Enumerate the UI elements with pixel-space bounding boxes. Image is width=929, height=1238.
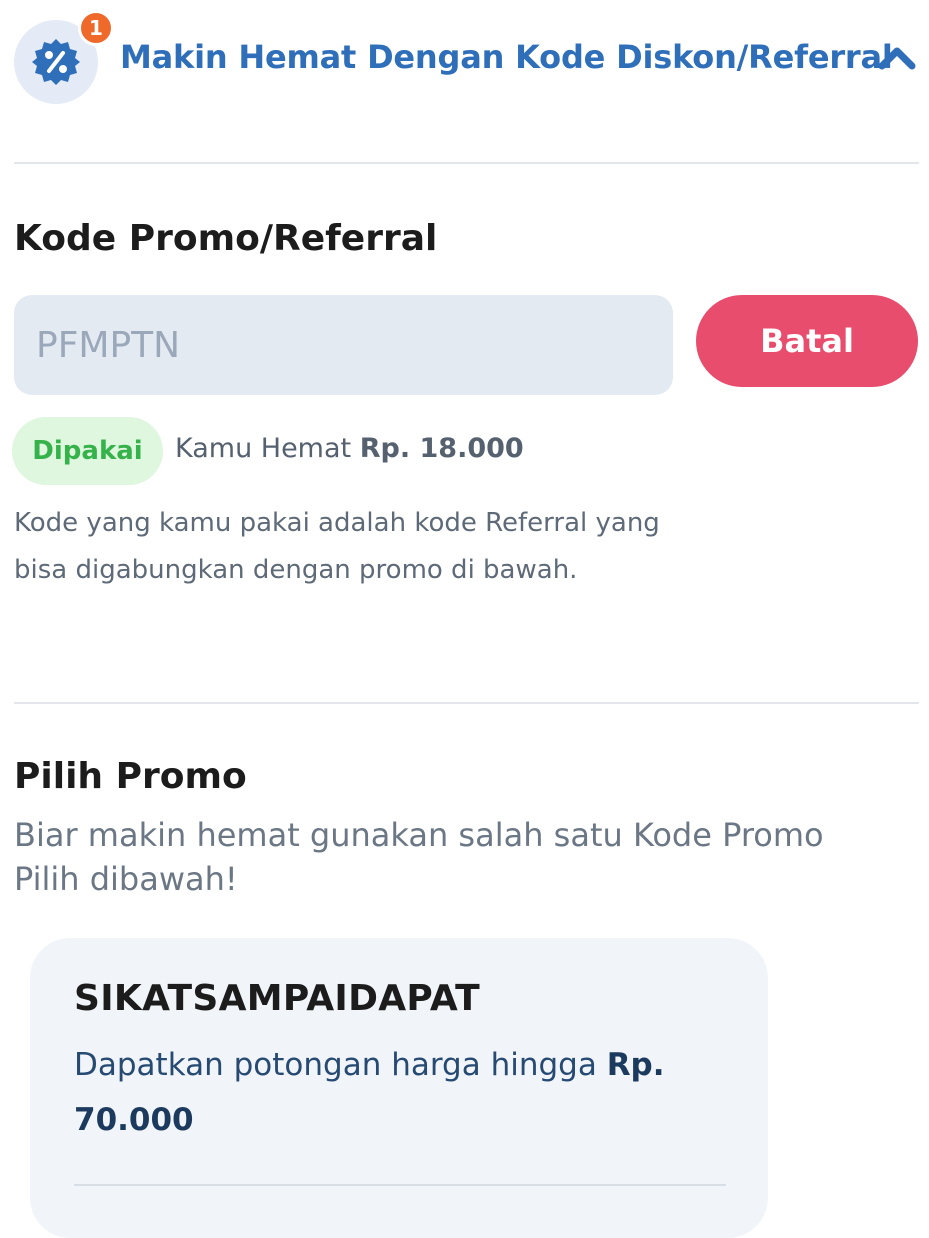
promo-code: SIKATSAMPAIDAPAT [74, 978, 481, 1019]
accordion-title: Makin Hemat Dengan Kode Diskon/Referral [120, 38, 893, 76]
discount-accordion-header[interactable]: 1 Makin Hemat Dengan Kode Diskon/Referra… [14, 10, 919, 105]
savings-text: Kamu Hemat Rp. 18.000 [175, 433, 524, 464]
promo-desc-prefix: Dapatkan potongan harga hingga [74, 1047, 597, 1083]
notification-count-badge: 1 [78, 10, 114, 46]
section-divider [14, 702, 919, 704]
promo-description: Dapatkan potongan harga hingga Rp. 70.00… [74, 1038, 724, 1148]
chevron-up-icon[interactable] [876, 44, 918, 72]
savings-prefix: Kamu Hemat [175, 433, 352, 464]
section-divider [14, 162, 919, 164]
savings-amount: Rp. 18.000 [359, 433, 524, 464]
promo-card[interactable]: SIKATSAMPAIDAPAT Dapatkan potongan harga… [30, 938, 768, 1238]
promo-code-input[interactable] [14, 295, 673, 395]
pilih-promo-title: Pilih Promo [14, 756, 247, 797]
promo-card-divider [74, 1184, 726, 1186]
status-badge: Dipakai [12, 417, 163, 485]
pilih-promo-description: Biar makin hemat gunakan salah satu Kode… [14, 816, 824, 898]
discount-badge-icon [32, 39, 80, 85]
cancel-button[interactable]: Batal [696, 295, 918, 387]
kode-promo-title: Kode Promo/Referral [14, 218, 438, 259]
referral-note: Kode yang kamu pakai adalah kode Referra… [14, 508, 660, 585]
